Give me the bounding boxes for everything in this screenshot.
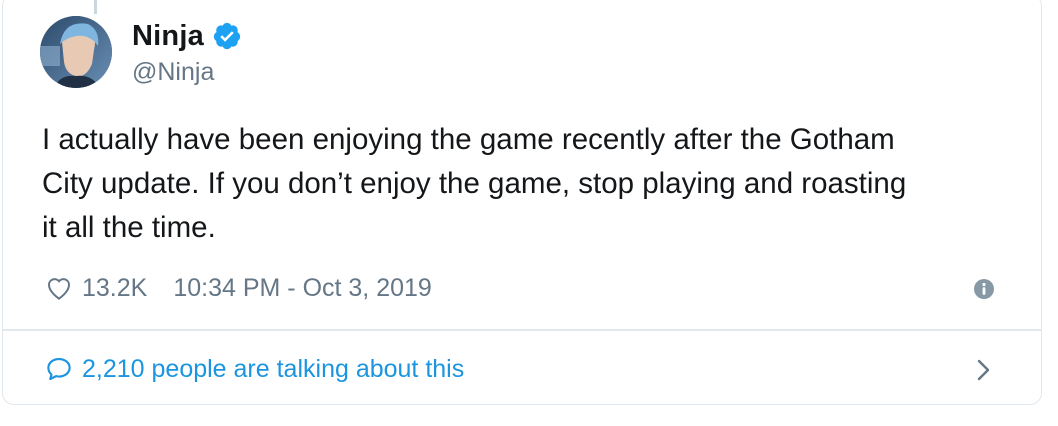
thread-connector-line	[94, 0, 97, 14]
tweet-timestamp[interactable]: 10:34 PM - Oct 3, 2019	[173, 274, 431, 303]
tweet-meta-row: 13.2K 10:34 PM - Oct 3, 2019	[44, 270, 432, 306]
avatar[interactable]	[40, 16, 112, 88]
tweet-text: I actually have been enjoying the game r…	[42, 118, 1002, 250]
info-icon[interactable]	[973, 278, 995, 300]
display-name[interactable]: Ninja	[132, 20, 204, 53]
speech-bubble-icon	[44, 354, 74, 384]
tweet-text-line: I actually have been enjoying the game r…	[42, 123, 895, 156]
chevron-right-icon[interactable]	[973, 356, 995, 384]
tweet-text-line: it all the time.	[42, 211, 216, 244]
author-handle[interactable]: @Ninja	[132, 58, 214, 87]
like-count[interactable]: 13.2K	[82, 274, 147, 303]
conversation-link[interactable]: 2,210 people are talking about this	[44, 350, 464, 388]
avatar-image	[40, 16, 112, 88]
verified-badge-icon	[212, 21, 242, 51]
heart-icon[interactable]	[44, 273, 74, 303]
divider	[2, 329, 1042, 331]
tweet-text-line: City update. If you don’t enjoy the game…	[42, 167, 907, 200]
conversation-label[interactable]: 2,210 people are talking about this	[82, 355, 464, 384]
author-name-row[interactable]: Ninja	[132, 16, 242, 56]
